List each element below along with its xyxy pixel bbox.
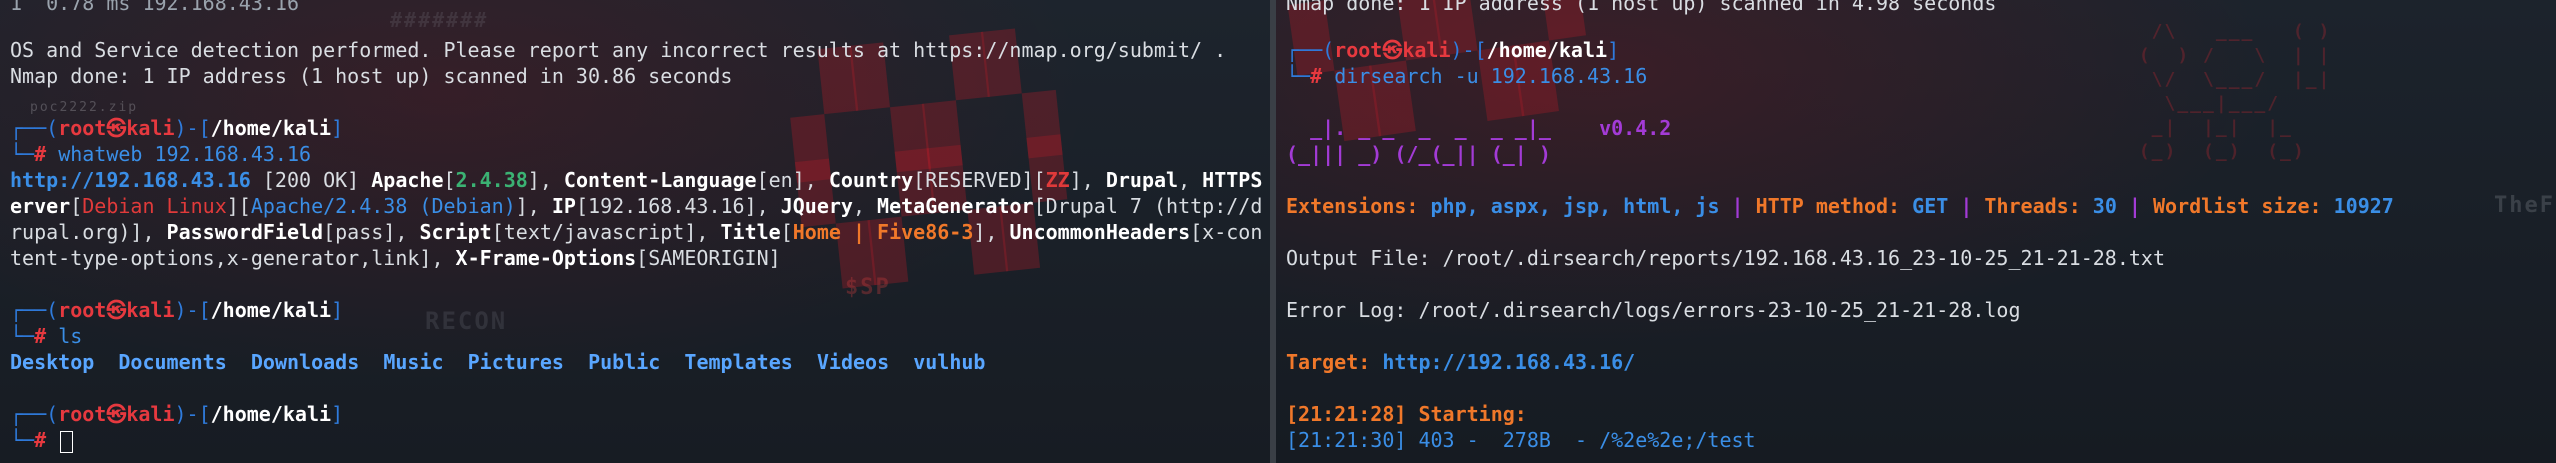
command-whatweb: └─# whatweb 192.168.43.16 <box>10 142 312 166</box>
nmap-trace-line: 1 0.78 ms 192.168.43.16 <box>10 0 299 15</box>
dir-documents[interactable]: Documents <box>118 350 226 374</box>
text-cursor[interactable] <box>60 430 74 453</box>
prompt-path: /home/kali <box>210 116 332 140</box>
prompt-line-3: ┌──(root㉿kali)-[/home/kali] <box>10 402 344 426</box>
prompt-at: ㉿ <box>106 116 127 140</box>
command-ls: └─# ls <box>10 324 83 348</box>
start-time-line: [21:21:28] Starting: <box>1286 402 1527 426</box>
right-terminal-pane[interactable]: ▚▞▚▞ /\ ___ ( ) ( ) / \ | | \/ \___/ |_|… <box>1276 0 2556 463</box>
target-line: Target: http://192.168.43.16/ <box>1286 350 1636 374</box>
result-line: [21:21:30] 403 - 278B - /%2e%2e;/test <box>1286 428 1756 452</box>
wallpaper-file-label: poc2222.zip <box>30 100 139 115</box>
dir-music[interactable]: Music <box>383 350 443 374</box>
whatweb-output-line-1: http://192.168.43.16 [200 OK] Apache[2.4… <box>10 168 1263 192</box>
nmap-done-line-right: Nmap done: 1 IP address (1 host up) scan… <box>1286 0 1997 15</box>
command-dirsearch: └─# dirsearch -u 192.168.43.16 <box>1286 64 1648 88</box>
prompt-line-1: ┌──(root㉿kali)-[/home/kali] <box>10 116 344 140</box>
left-terminal-pane[interactable]: ▞▚▞▚ ▚▞▚▞ RECON poc2222.zip $SP ####### 1… <box>0 0 1270 463</box>
prompt-user: root <box>58 116 107 140</box>
active-input-line[interactable]: └─# <box>10 427 74 453</box>
dir-templates[interactable]: Templates <box>684 350 792 374</box>
whatweb-output-line-2: erver[Debian Linux][Apache/2.4.38 (Debia… <box>10 194 1263 218</box>
output-file-line: Output File: /root/.dirsearch/reports/19… <box>1286 246 2165 270</box>
dir-downloads[interactable]: Downloads <box>251 350 359 374</box>
prompt-host: kali <box>126 116 175 140</box>
dir-pictures[interactable]: Pictures <box>468 350 564 374</box>
ls-output: Desktop Documents Downloads Music Pictur… <box>10 349 985 375</box>
dir-vulhub[interactable]: vulhub <box>913 350 985 374</box>
wallpaper-corner-text: TheFa <box>2494 193 2556 218</box>
dir-desktop[interactable]: Desktop <box>10 350 94 374</box>
wallpaper-ascii-art: /\ ___ ( ) ( ) / \ | | \/ \___/ |_| \___… <box>2138 21 2332 162</box>
prompt-line-2: ┌──(root㉿kali)-[/home/kali] <box>10 298 344 322</box>
whatweb-output-line-4: tent-type-options,x-generator,link], X-F… <box>10 246 781 270</box>
dirsearch-logo-line-1: _|. _ _ _ _ _ _|_ v0.4.2 <box>1286 116 1672 140</box>
whatweb-output-line-3: rupal.org)], PasswordField[pass], Script… <box>10 220 1263 244</box>
dirsearch-config-line: Extensions: php, aspx, jsp, html, js | H… <box>1286 194 2394 218</box>
wallpaper-recon-text: RECON <box>425 307 508 335</box>
prompt-line-right: ┌──(root㉿kali)-[/home/kali] <box>1286 38 1620 62</box>
nmap-done-line: Nmap done: 1 IP address (1 host up) scan… <box>10 64 733 88</box>
dir-public[interactable]: Public <box>588 350 660 374</box>
wallpaper-sp-text: $SP <box>845 275 891 300</box>
error-log-line: Error Log: /root/.dirsearch/logs/errors-… <box>1286 298 2021 322</box>
dir-videos[interactable]: Videos <box>817 350 889 374</box>
nmap-os-detection-line: OS and Service detection performed. Plea… <box>10 38 1227 62</box>
wallpaper-hash-mark: ####### <box>390 8 489 32</box>
dirsearch-logo-line-2: (_||| _) (/_(_|| (_| ) <box>1286 142 1551 166</box>
